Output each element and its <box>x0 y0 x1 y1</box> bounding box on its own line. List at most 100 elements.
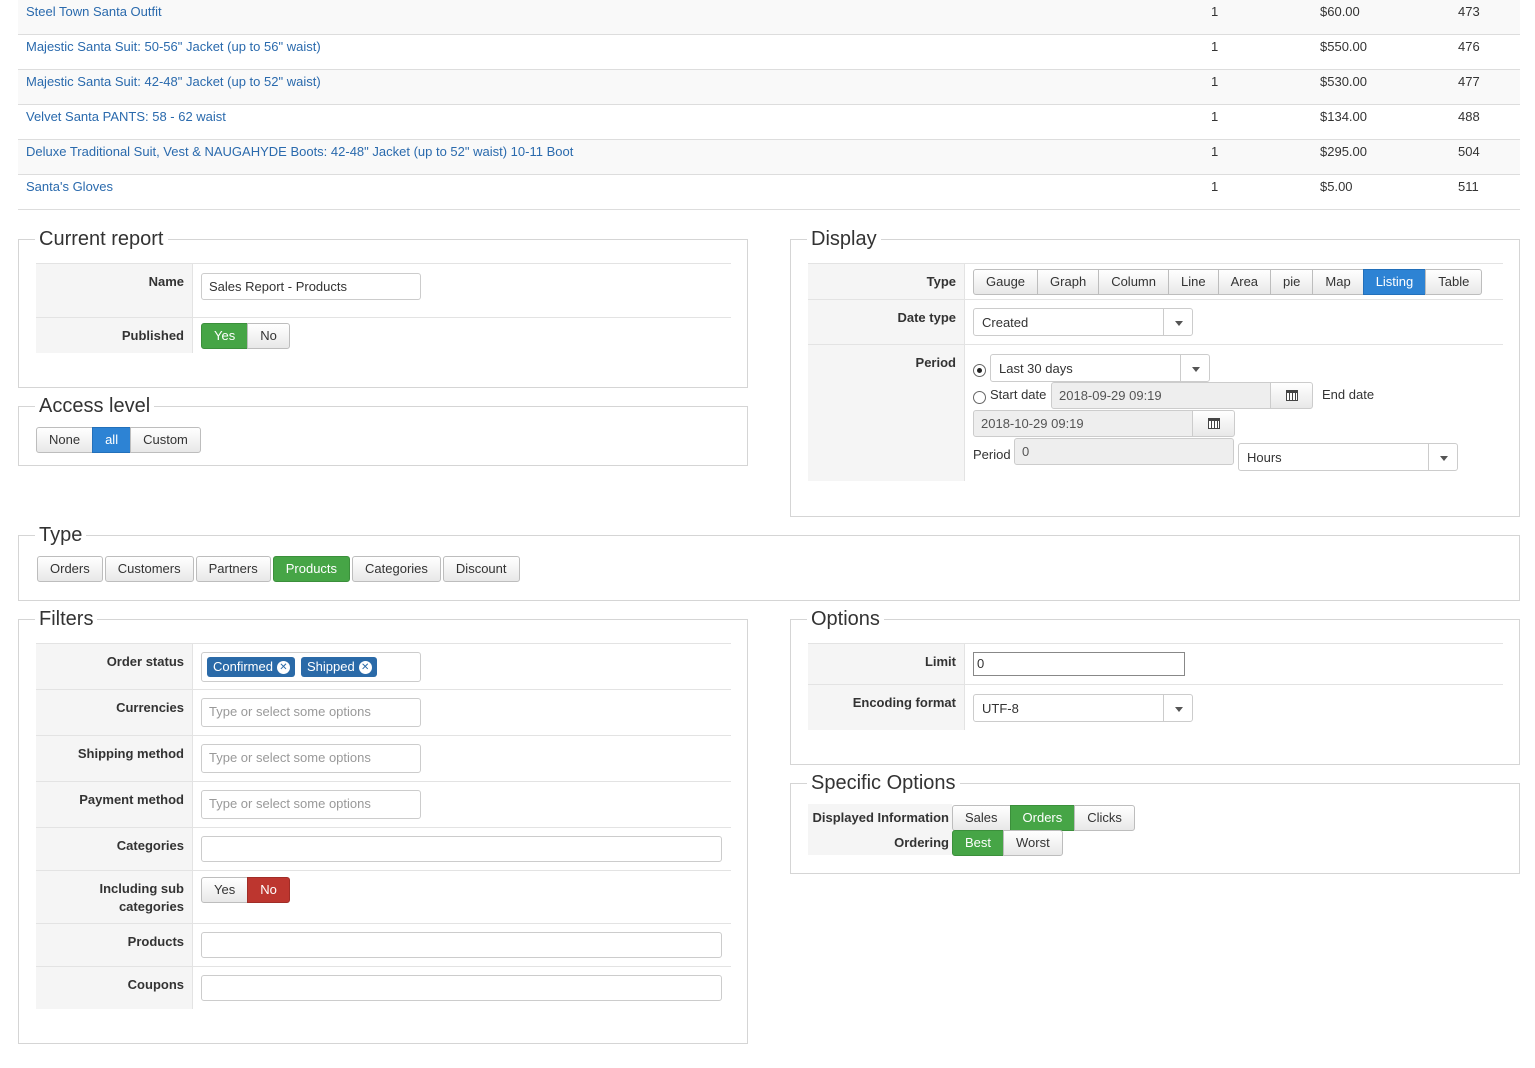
display-type-label-text: Type <box>926 274 956 289</box>
current-report-fieldset: Current report Name Sales Report - Produ… <box>18 226 748 388</box>
start-date-input[interactable]: 2018-09-29 09:19 <box>1051 382 1271 409</box>
sub-categories-no-button[interactable]: No <box>247 877 290 903</box>
currencies-input[interactable]: Type or select some options <box>201 698 421 727</box>
product-id: 511 <box>1458 179 1479 194</box>
categories-input[interactable] <box>201 836 722 862</box>
product-link[interactable]: Majestic Santa Suit: 42-48" Jacket (up t… <box>26 74 321 89</box>
end-date-input[interactable]: 2018-10-29 09:19 <box>973 410 1193 437</box>
shipping-method-input[interactable]: Type or select some options <box>201 744 421 773</box>
published-label-text: Published <box>121 328 184 343</box>
close-icon[interactable]: ✕ <box>358 661 372 674</box>
published-no-button[interactable]: No <box>247 323 290 349</box>
type-map-button[interactable]: Map <box>1312 269 1364 295</box>
table-row: Steel Town Santa Outfit 1 $60.00 473 <box>18 0 1520 35</box>
payment-method-input[interactable]: Type or select some options <box>201 790 421 819</box>
type-listing-button[interactable]: Listing <box>1362 269 1427 295</box>
products-input[interactable] <box>201 932 722 958</box>
report-type-products-button[interactable]: Products <box>272 556 351 582</box>
ordering-worst-button[interactable]: Worst <box>1003 830 1063 856</box>
encoding-label: Encoding format <box>808 685 965 730</box>
chevron-down-icon <box>1163 309 1192 335</box>
sub-categories-toggle: Yes No <box>201 877 290 903</box>
encoding-select[interactable]: UTF-8 <box>973 694 1193 722</box>
type-pie-button[interactable]: pie <box>1270 269 1314 295</box>
period-label-text: Period <box>915 355 956 370</box>
type-area-button[interactable]: Area <box>1217 269 1272 295</box>
displayed-sales-button[interactable]: Sales <box>952 805 1011 831</box>
date-range-radio[interactable] <box>973 391 986 404</box>
options-fieldset: Options Limit 0 Encoding format UTF-8 <box>790 606 1520 765</box>
limit-input[interactable]: 0 <box>973 652 1185 676</box>
report-type-orders-button[interactable]: Orders <box>37 556 103 582</box>
published-yes-button[interactable]: Yes <box>201 323 249 349</box>
product-link[interactable]: Deluxe Traditional Suit, Vest & NAUGAHYD… <box>26 144 573 159</box>
product-quantity: 1 <box>1211 39 1219 54</box>
access-none-button[interactable]: None <box>36 427 94 453</box>
calendar-icon <box>1286 390 1298 401</box>
payment-method-row: Payment method Type or select some optio… <box>36 781 731 827</box>
type-column-button[interactable]: Column <box>1098 269 1169 295</box>
type-graph-button[interactable]: Graph <box>1037 269 1100 295</box>
table-row: Majestic Santa Suit: 50-56" Jacket (up t… <box>18 35 1520 70</box>
date-type-select[interactable]: Created <box>973 308 1193 336</box>
product-id: 477 <box>1458 74 1480 89</box>
encoding-value: UTF-8 <box>982 701 1019 716</box>
published-label: Published <box>36 318 193 353</box>
period-value-input[interactable]: 0 <box>1014 438 1234 465</box>
order-status-multiselect[interactable]: Confirmed ✕ Shipped ✕ <box>201 652 421 682</box>
ordering-best-button[interactable]: Best <box>952 830 1005 856</box>
type-table-button[interactable]: Table <box>1425 269 1483 295</box>
period-row: Period Last 30 days Start date 2018-09-2… <box>808 344 1503 481</box>
coupons-input[interactable] <box>201 975 722 1001</box>
payment-method-label-text: Payment method <box>79 792 184 807</box>
close-icon[interactable]: ✕ <box>276 661 290 674</box>
report-type-legend: Type <box>35 522 87 548</box>
calendar-icon <box>1208 418 1220 429</box>
sub-categories-yes-button[interactable]: Yes <box>201 877 249 903</box>
report-type-partners-button[interactable]: Partners <box>195 556 271 582</box>
ordering-label-text: Ordering <box>894 835 949 850</box>
limit-label-text: Limit <box>924 654 956 669</box>
product-link[interactable]: Santa's Gloves <box>26 179 113 194</box>
table-row: Majestic Santa Suit: 42-48" Jacket (up t… <box>18 70 1520 105</box>
displayed-information-label: Displayed Information <box>808 804 952 829</box>
report-type-customers-button[interactable]: Customers <box>104 556 194 582</box>
report-type-categories-button[interactable]: Categories <box>352 556 441 582</box>
product-quantity: 1 <box>1211 144 1219 159</box>
start-date-calendar-button[interactable] <box>1270 382 1313 409</box>
categories-label-text: Categories <box>116 838 184 853</box>
product-link[interactable]: Velvet Santa PANTS: 58 - 62 waist <box>26 109 226 124</box>
period-preset-radio[interactable] <box>973 364 986 377</box>
displayed-clicks-button[interactable]: Clicks <box>1074 805 1135 831</box>
access-custom-button[interactable]: Custom <box>130 427 201 453</box>
displayed-orders-button[interactable]: Orders <box>1009 805 1076 831</box>
access-level-legend: Access level <box>35 393 155 419</box>
period-label: Period <box>808 345 965 481</box>
report-name-input[interactable]: Sales Report - Products <box>201 273 421 300</box>
product-link[interactable]: Majestic Santa Suit: 50-56" Jacket (up t… <box>26 39 321 54</box>
limit-label: Limit <box>808 644 965 684</box>
payment-method-label: Payment method <box>36 782 193 827</box>
period-unit-select[interactable]: Hours <box>1238 443 1458 471</box>
period-preset-select[interactable]: Last 30 days <box>990 354 1210 382</box>
end-date-calendar-button[interactable] <box>1192 410 1235 437</box>
table-row: Santa's Gloves 1 $5.00 511 <box>18 175 1520 210</box>
published-row: Published Yes No <box>36 317 731 353</box>
displayed-information-label-text: Displayed Information <box>812 810 949 825</box>
product-link[interactable]: Steel Town Santa Outfit <box>26 4 162 19</box>
type-line-button[interactable]: Line <box>1167 269 1219 295</box>
product-quantity: 1 <box>1211 179 1219 194</box>
product-quantity: 1 <box>1211 74 1219 89</box>
shipping-method-row: Shipping method Type or select some opti… <box>36 735 731 781</box>
product-id: 488 <box>1458 109 1480 124</box>
product-price: $134.00 <box>1320 109 1367 124</box>
order-status-row: Order status Confirmed ✕ Shipped ✕ <box>36 643 731 689</box>
currencies-row: Currencies Type or select some options <box>36 689 731 735</box>
display-fieldset: Display Type Gauge Graph Column Line Are… <box>790 226 1520 517</box>
period-unit-value: Hours <box>1247 450 1282 465</box>
access-all-button[interactable]: all <box>92 427 132 453</box>
type-gauge-button[interactable]: Gauge <box>973 269 1039 295</box>
report-type-discount-button[interactable]: Discount <box>442 556 520 582</box>
products-label-text: Products <box>127 934 184 949</box>
shipping-method-label: Shipping method <box>36 736 193 781</box>
